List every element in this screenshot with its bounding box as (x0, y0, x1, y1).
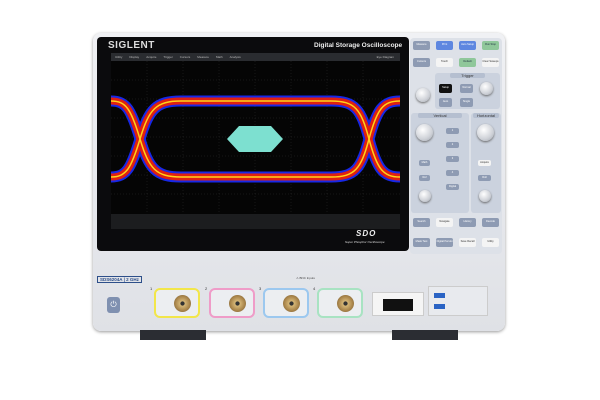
eye-mask (227, 126, 283, 152)
menu-math[interactable]: Math (216, 55, 223, 59)
channel-3-input[interactable] (263, 288, 309, 318)
trigger-level-knob[interactable] (480, 82, 493, 95)
channel-3-label: 3 (259, 286, 262, 291)
trigger-normal-button[interactable]: Normal (460, 84, 473, 93)
universal-knob[interactable] (416, 88, 430, 102)
usb-ports (428, 286, 488, 316)
sdo-label: Super Phosphor Oscilloscope (345, 240, 385, 244)
bnc-connector-icon (337, 295, 354, 312)
print-button[interactable]: Print (436, 41, 453, 50)
menu-trigger[interactable]: Trigger (163, 55, 172, 59)
trigger-header: Trigger (450, 73, 485, 78)
menu-eye-diagram[interactable]: Eye Diagram (377, 55, 394, 59)
menu-bar: Utility Display Acquire Trigger Cursors … (111, 53, 400, 61)
device-title: Digital Storage Oscilloscope (314, 42, 403, 49)
trigger-auto-button[interactable]: Auto (439, 98, 452, 107)
trigger-single-button[interactable]: Single (460, 98, 473, 107)
channel-1-input[interactable] (154, 288, 200, 318)
digital-button[interactable]: Digital (446, 184, 459, 190)
vertical-header: Vertical (418, 113, 462, 118)
cursors-button[interactable]: Cursors (413, 58, 430, 67)
channel-2-input[interactable] (209, 288, 255, 318)
trigger-setup-button[interactable]: Setup (439, 84, 452, 93)
usb-port[interactable] (434, 293, 445, 298)
usb-port[interactable] (434, 304, 445, 309)
bnc-connector-icon (229, 295, 246, 312)
menu-cursors[interactable]: Cursors (180, 55, 191, 59)
vertical-scale-knob[interactable] (416, 124, 433, 141)
digital-persist-button[interactable]: Digital Persist (436, 238, 453, 247)
waveform-display[interactable] (110, 61, 401, 214)
ref-button[interactable]: Ref (419, 175, 430, 181)
save-recall-button[interactable]: Save Recall (459, 238, 476, 247)
roll-button[interactable]: Roll (478, 175, 491, 181)
measure-button[interactable]: Measure (413, 41, 430, 50)
channel-1-button[interactable]: 1 (446, 128, 459, 134)
bnc-connector-icon (174, 295, 191, 312)
acquire-button[interactable]: Acquire (478, 160, 491, 166)
channel-4-button[interactable]: 4 (446, 170, 459, 176)
search-button[interactable]: Search (413, 218, 430, 227)
channel-4-label: 4 (313, 286, 316, 291)
clear-sweeps-button[interactable]: Clear Sweeps (482, 58, 499, 67)
vertical-position-knob[interactable] (419, 190, 431, 202)
channel-1-label: 1 (150, 286, 153, 291)
status-bar (111, 214, 400, 229)
menu-utility[interactable]: Utility (115, 55, 122, 59)
mask-test-button[interactable]: Mask Test (413, 238, 430, 247)
touch-button[interactable]: Touch (436, 58, 453, 67)
history-button[interactable]: History (459, 218, 476, 227)
channel-4-input[interactable] (317, 288, 363, 318)
channel-3-button[interactable]: 3 (446, 156, 459, 162)
utility-button[interactable]: Utility (482, 238, 499, 247)
power-button[interactable]: ⏻ (107, 297, 120, 313)
math-button[interactable]: Math (419, 160, 430, 166)
bnc-warning-text: BNC Inputs (299, 276, 315, 280)
default-button[interactable]: Default (459, 58, 476, 67)
model-label: SDS6204A | 2 GHz (97, 276, 142, 283)
channel-2-button[interactable]: 2 (446, 142, 459, 148)
run-stop-button[interactable]: Run Stop (482, 41, 499, 50)
menu-display[interactable]: Display (129, 55, 139, 59)
navigate-button[interactable]: Navigate (436, 218, 453, 227)
bandwidth: 2 GHz (126, 277, 139, 282)
menu-acquire[interactable]: Acquire (146, 55, 156, 59)
left-foot (140, 330, 206, 340)
horizontal-position-knob[interactable] (479, 190, 491, 202)
sdo-logo: SDO (356, 229, 377, 238)
channel-2-label: 2 (205, 286, 208, 291)
menu-measure[interactable]: Measure (197, 55, 209, 59)
right-foot (392, 330, 458, 340)
brand-logo: SIGLENT (108, 40, 155, 51)
digital-probe-port[interactable] (372, 292, 424, 316)
control-panel: Measure Print Auto Setup Run Stop Cursor… (410, 38, 502, 254)
auto-setup-button[interactable]: Auto Setup (459, 41, 476, 50)
model-name: SDS6204A (100, 277, 123, 282)
decode-button[interactable]: Decode (482, 218, 499, 227)
horizontal-header: Horizontal (473, 113, 499, 118)
bnc-warning: ⚠ BNC Inputs (296, 276, 315, 280)
horizontal-scale-knob[interactable] (477, 124, 494, 141)
menu-analysis[interactable]: Analysis (230, 55, 241, 59)
bnc-connector-icon (283, 295, 300, 312)
